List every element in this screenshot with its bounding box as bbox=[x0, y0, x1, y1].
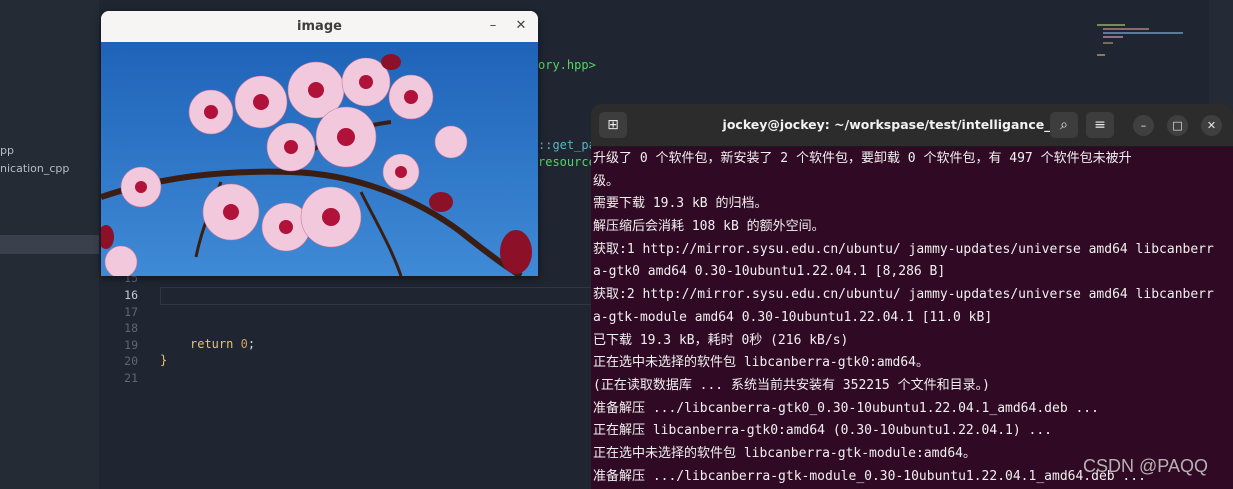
new-tab-button[interactable]: ⊞ bbox=[599, 112, 627, 138]
sidebar-selected-item[interactable] bbox=[0, 235, 99, 254]
line-number: 18 bbox=[124, 321, 138, 335]
terminal-line: 解压缩后会消耗 108 kB 的额外空间。 bbox=[593, 219, 825, 235]
terminal-title: jockey@jockey: ~/workspase/test/intellig… bbox=[722, 117, 1070, 132]
include-line-fragment: ory.hpp> bbox=[538, 58, 596, 72]
terminal-window[interactable]: ⊞ jockey@jockey: ~/workspase/test/intell… bbox=[591, 104, 1233, 489]
line-number: 21 bbox=[124, 371, 138, 385]
minimap[interactable] bbox=[1097, 20, 1197, 60]
terminal-headerbar[interactable]: ⊞ jockey@jockey: ~/workspase/test/intell… bbox=[591, 104, 1233, 147]
terminal-line: (正在读取数据库 ... 系统当前共安装有 352215 个文件和目录。) bbox=[593, 377, 990, 393]
terminal-line: a-gtk0 amd64 0.30-10ubuntu1.22.04.1 [8,2… bbox=[593, 264, 946, 280]
sidebar-item-file[interactable]: nication_cpp bbox=[0, 162, 69, 175]
code-line-return: return 0; bbox=[190, 337, 256, 351]
terminal-line: 获取:2 http://mirror.sysu.edu.cn/ubuntu/ j… bbox=[593, 287, 1214, 303]
code-fragment: resource bbox=[538, 155, 596, 169]
file-explorer-sidebar: pp nication_cpp bbox=[0, 0, 100, 489]
minimize-button[interactable]: – bbox=[1133, 115, 1154, 136]
terminal-line: a-gtk-module amd64 0.30-10ubuntu1.22.04.… bbox=[593, 309, 993, 325]
terminal-line: 获取:1 http://mirror.sysu.edu.cn/ubuntu/ j… bbox=[593, 241, 1214, 257]
code-line-brace: } bbox=[160, 353, 168, 367]
terminal-output[interactable]: 升级了 0 个软件包，新安装了 2 个软件包，要卸载 0 个软件包，有 497 … bbox=[593, 148, 1233, 488]
line-number: 19 bbox=[124, 338, 138, 352]
watermark-text: CSDN @PAQQ bbox=[1083, 456, 1208, 476]
terminal-line: 准备解压 .../libcanberra-gtk0_0.30-10ubuntu1… bbox=[593, 400, 1099, 416]
sidebar-item-file[interactable]: pp bbox=[0, 144, 14, 157]
terminal-line: 级。 bbox=[593, 173, 620, 189]
cherry-blossom-photo bbox=[101, 42, 538, 276]
terminal-line: 正在解压 libcanberra-gtk0:amd64 (0.30-10ubun… bbox=[593, 423, 1052, 439]
minimize-button[interactable]: – bbox=[484, 17, 502, 35]
line-number: 16 bbox=[124, 288, 138, 302]
maximize-button[interactable]: □ bbox=[1167, 115, 1188, 136]
image-window-titlebar[interactable]: image – ✕ bbox=[101, 11, 538, 43]
current-line-highlight bbox=[160, 287, 594, 305]
code-fragment: ::get_pa bbox=[538, 138, 596, 152]
line-number: 20 bbox=[124, 354, 138, 368]
terminal-line: 已下载 19.3 kB，耗时 0秒 (216 kB/s) bbox=[593, 332, 849, 348]
image-window-title: image bbox=[297, 19, 342, 34]
close-button[interactable]: ✕ bbox=[512, 17, 530, 35]
search-button[interactable]: ⌕ bbox=[1050, 112, 1078, 138]
close-button[interactable]: ✕ bbox=[1201, 115, 1222, 136]
terminal-line: 升级了 0 个软件包，新安装了 2 个软件包，要卸载 0 个软件包，有 497 … bbox=[593, 151, 1132, 166]
terminal-line: 正在选中未选择的软件包 libcanberra-gtk0:amd64。 bbox=[593, 355, 930, 371]
menu-button[interactable]: ≡ bbox=[1086, 112, 1114, 138]
image-window[interactable]: image – ✕ bbox=[101, 11, 538, 276]
line-number: 17 bbox=[124, 305, 138, 319]
terminal-line: 需要下载 19.3 kB 的归档。 bbox=[593, 196, 768, 212]
